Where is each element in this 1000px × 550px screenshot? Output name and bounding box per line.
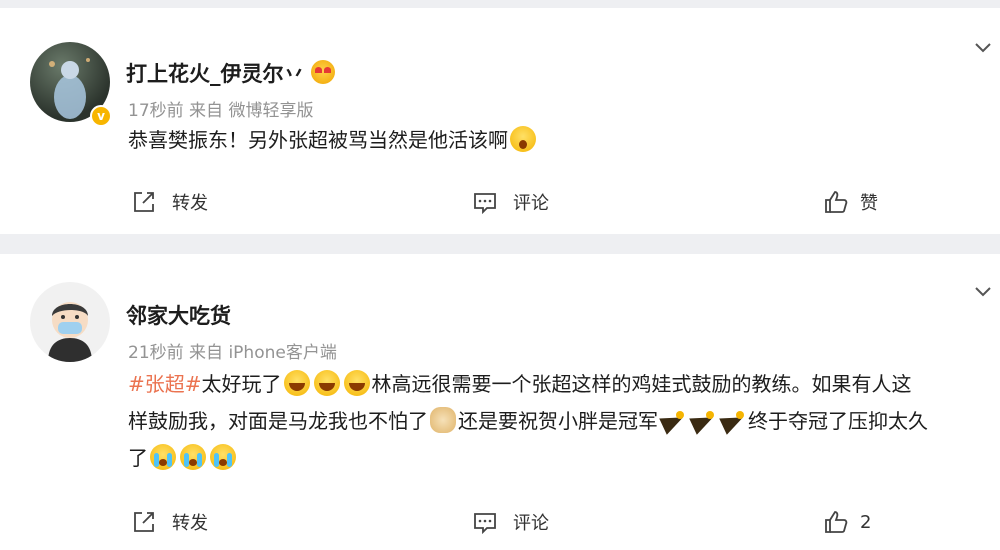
action-bar: 转发 评论 赞 — [0, 182, 1000, 222]
thumbs-up-icon — [825, 511, 848, 533]
post-meta: 17秒前 来自 微博轻享版 — [128, 96, 313, 121]
chevron-down-icon[interactable] — [972, 280, 994, 302]
laughing-emoji-icon — [313, 370, 340, 396]
like-count: 2 — [860, 511, 872, 533]
comment-text: 恭喜樊振东！另外张超被骂当然是他活该啊 — [128, 122, 930, 159]
action-bar: 转发 评论 2 — [0, 502, 1000, 542]
comment-card: 邻家大吃货 21秒前 来自 iPhone客户端 #张超#太好玩了 林高远很需要一个… — [0, 254, 1000, 550]
comment-text: #张超#太好玩了 林高远很需要一个张超这样的鸡娃式鼓励的教练。如果有人这样鼓励我，… — [128, 370, 928, 470]
comment-feed: v 打上花火_伊灵尔丷 17秒前 来自 微博轻享版 恭喜樊振东！另外张超被骂当然… — [0, 0, 1000, 550]
chevron-down-icon[interactable] — [972, 36, 994, 58]
like-button[interactable]: 2 — [822, 502, 871, 542]
repost-button[interactable]: 转发 — [130, 502, 208, 542]
comment-icon — [474, 513, 496, 535]
doge-emoji-icon — [430, 407, 456, 433]
like-label: 赞 — [860, 193, 878, 214]
comment-button[interactable]: 评论 — [471, 502, 549, 542]
laughing-emoji-icon — [343, 370, 370, 396]
party-horn-emoji-icon — [690, 411, 716, 433]
comment-label: 评论 — [513, 513, 549, 534]
topic-link[interactable]: #张超# — [128, 372, 202, 396]
user-name[interactable]: 邻家大吃货 — [126, 300, 231, 330]
comment-button[interactable]: 评论 — [471, 182, 549, 222]
like-button[interactable]: 赞 — [822, 182, 878, 222]
party-horn-emoji-icon — [720, 411, 746, 433]
party-horn-emoji-icon — [660, 411, 686, 433]
crying-emoji-icon — [210, 444, 236, 470]
shocked-emoji-icon — [510, 126, 536, 152]
share-icon — [134, 512, 154, 532]
comment-icon — [474, 193, 496, 215]
avatar[interactable] — [30, 282, 110, 362]
crying-emoji-icon — [180, 444, 206, 470]
comment-card: v 打上花火_伊灵尔丷 17秒前 来自 微博轻享版 恭喜樊振东！另外张超被骂当然… — [0, 8, 1000, 234]
verified-badge-icon: v — [90, 105, 112, 127]
post-time: 17秒前 — [128, 101, 184, 121]
repost-label: 转发 — [172, 513, 208, 534]
post-source: 来自 微博轻享版 — [189, 101, 314, 121]
repost-button[interactable]: 转发 — [130, 182, 208, 222]
post-time: 21秒前 — [128, 343, 184, 363]
laughing-emoji-icon — [283, 370, 310, 396]
thumbs-up-icon — [825, 191, 848, 213]
post-source: 来自 iPhone客户端 — [189, 343, 337, 363]
user-name[interactable]: 打上花火_伊灵尔丷 — [126, 58, 335, 88]
crying-emoji-icon — [150, 444, 176, 470]
heart-eyes-emoji-icon — [310, 60, 335, 84]
comment-label: 评论 — [513, 193, 549, 214]
post-meta: 21秒前 来自 iPhone客户端 — [128, 338, 337, 363]
share-icon — [134, 192, 154, 212]
repost-label: 转发 — [172, 193, 208, 214]
